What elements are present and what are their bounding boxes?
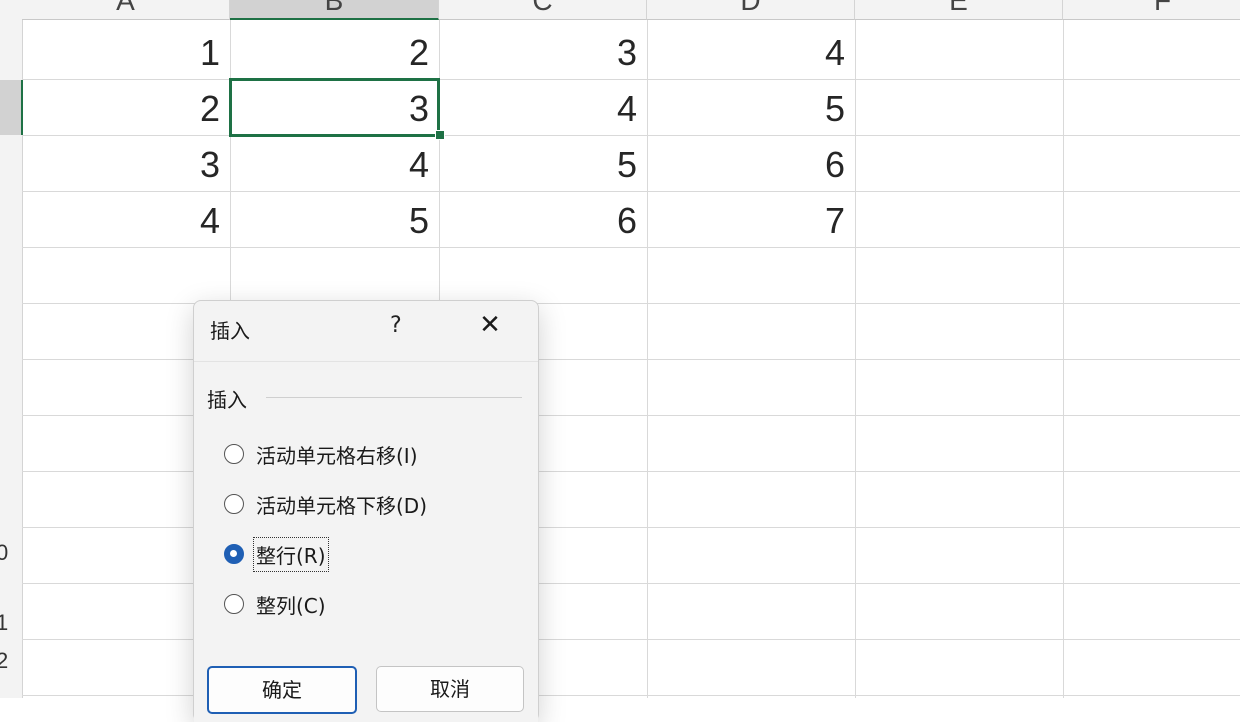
cancel-button[interactable]: 取消 — [376, 666, 524, 712]
option-shift-right[interactable]: 活动单元格右移(I) — [224, 439, 418, 469]
column-header-e[interactable]: E — [855, 0, 1063, 20]
cell-d2[interactable]: 5 — [647, 80, 855, 135]
cell-c4[interactable]: 6 — [439, 192, 647, 247]
fill-handle[interactable] — [435, 130, 445, 140]
row-number[interactable]: 1 — [0, 610, 8, 636]
cell-b1[interactable]: 2 — [230, 24, 439, 79]
row-number[interactable]: 0 — [0, 540, 8, 566]
option-label: 活动单元格右移(I) — [256, 443, 418, 468]
column-header-a[interactable]: A — [22, 0, 230, 20]
cell-d1[interactable]: 4 — [647, 24, 855, 79]
cell-c1[interactable]: 3 — [439, 24, 647, 79]
active-cell-border — [229, 78, 440, 137]
ok-button[interactable]: 确定 — [207, 666, 357, 714]
option-shift-down[interactable]: 活动单元格下移(D) — [224, 489, 427, 519]
grid-line — [22, 247, 1240, 248]
cell-d4[interactable]: 7 — [647, 192, 855, 247]
column-header-f[interactable]: F — [1063, 0, 1240, 20]
cell-a1[interactable]: 1 — [22, 24, 230, 79]
cell-b3[interactable]: 4 — [230, 136, 439, 191]
option-label: 整列(C) — [256, 593, 326, 618]
cell-c3[interactable]: 5 — [439, 136, 647, 191]
column-header-d[interactable]: D — [647, 0, 855, 20]
option-label: 活动单元格下移(D) — [256, 493, 428, 518]
group-divider — [266, 397, 522, 398]
row-header-active[interactable] — [0, 80, 23, 135]
spreadsheet: 0 1 2 A B C D E F 1 2 3 4 2 3 4 5 3 4 5 … — [0, 0, 1240, 698]
radio-icon[interactable] — [224, 494, 244, 514]
radio-checked-icon[interactable] — [224, 544, 244, 564]
option-label: 整行(R) — [253, 536, 329, 572]
insert-dialog: 插入 ? ✕ 插入 活动单元格右移(I) 活动单元格下移(D) 整行(R) 整列… — [193, 300, 539, 722]
radio-icon[interactable] — [224, 444, 244, 464]
row-number[interactable]: 2 — [0, 648, 8, 674]
cell-d3[interactable]: 6 — [647, 136, 855, 191]
cell-a2[interactable]: 2 — [22, 80, 230, 135]
dialog-title: 插入 — [210, 319, 250, 343]
help-icon[interactable]: ? — [390, 313, 402, 338]
radio-icon[interactable] — [224, 594, 244, 614]
close-icon[interactable]: ✕ — [476, 311, 504, 339]
column-header-c[interactable]: C — [439, 0, 647, 20]
column-header-b[interactable]: B — [230, 0, 439, 20]
option-entire-row[interactable]: 整行(R) — [224, 536, 329, 572]
cell-a4[interactable]: 4 — [22, 192, 230, 247]
option-entire-column[interactable]: 整列(C) — [224, 589, 326, 619]
cell-c2[interactable]: 4 — [439, 80, 647, 135]
cell-a3[interactable]: 3 — [22, 136, 230, 191]
group-label: 插入 — [207, 384, 255, 413]
cell-b4[interactable]: 5 — [230, 192, 439, 247]
